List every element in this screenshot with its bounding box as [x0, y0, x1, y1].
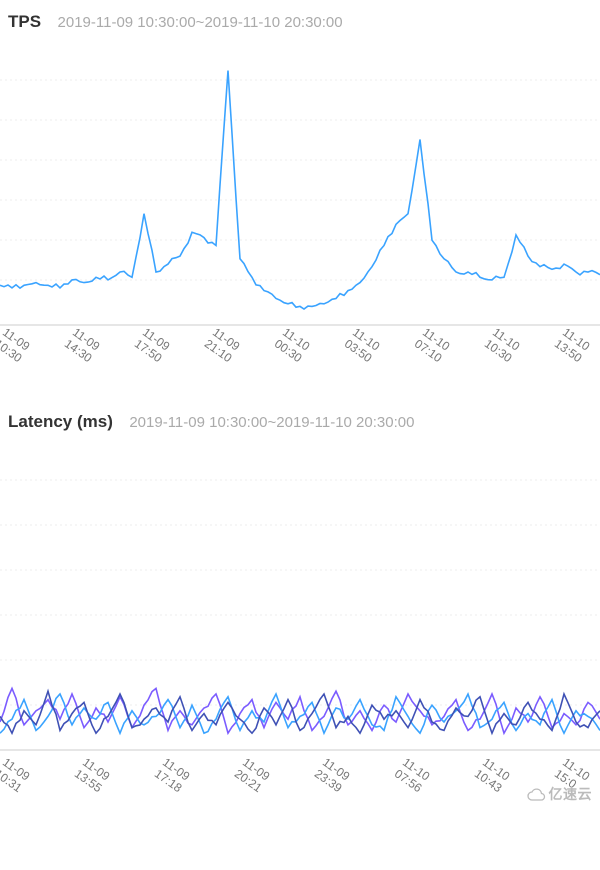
x-tick-label: 11-1000:30 [271, 325, 312, 366]
latency-header: Latency (ms) 2019-11-09 10:30:00~2019-11… [0, 400, 600, 440]
x-tick-label: 11-1007:10 [411, 325, 452, 366]
tps-title: TPS [8, 12, 41, 32]
tps-header: TPS 2019-11-09 10:30:00~2019-11-10 20:30… [0, 0, 600, 40]
latency-panel: Latency (ms) 2019-11-09 10:30:00~2019-11… [0, 400, 600, 810]
cloud-icon [526, 788, 546, 802]
latency-chart[interactable]: 11-0910:31 11-0913:55 11-0917:18 11-0920:21… [0, 440, 600, 810]
latency-x-axis: 11-0910:31 11-0913:55 11-0917:18 11-0920:21… [0, 755, 600, 810]
x-tick-label: 11-0917:50 [131, 325, 172, 366]
x-tick-label: 11-0923:39 [311, 755, 352, 796]
latency-time-range: 2019-11-09 10:30:00~2019-11-10 20:30:00 [129, 414, 414, 431]
tps-panel: TPS 2019-11-09 10:30:00~2019-11-10 20:30… [0, 0, 600, 380]
tps-x-axis: 11-0910:30 11-0914:30 11-0917:50 11-0921:10… [0, 325, 600, 380]
x-tick-label: 11-1007:56 [391, 755, 432, 796]
x-tick-label: 11-0910:30 [0, 325, 33, 366]
x-tick-label: 11-0921:10 [201, 325, 242, 366]
tps-time-range: 2019-11-09 10:30:00~2019-11-10 20:30:00 [58, 14, 343, 31]
latency-title: Latency (ms) [8, 412, 113, 432]
x-tick-label: 11-0917:18 [151, 755, 192, 796]
x-tick-label: 11-0920:21 [231, 755, 272, 796]
watermark: 亿速云 [526, 784, 593, 804]
x-tick-label: 11-0910:31 [0, 755, 33, 796]
x-tick-label: 11-1010:30 [481, 325, 522, 366]
x-tick-label: 11-0914:30 [61, 325, 102, 366]
x-tick-label: 11-1003:50 [341, 325, 382, 366]
tps-chart[interactable]: 11-0910:30 11-0914:30 11-0917:50 11-0921:10… [0, 40, 600, 380]
series-line [0, 71, 600, 309]
series-line [0, 694, 600, 733]
x-tick-label: 11-0913:55 [71, 755, 112, 796]
series-line [0, 688, 600, 733]
x-tick-label: 11-1010:43 [471, 755, 512, 796]
x-tick-label: 11-1013:50 [551, 325, 592, 366]
